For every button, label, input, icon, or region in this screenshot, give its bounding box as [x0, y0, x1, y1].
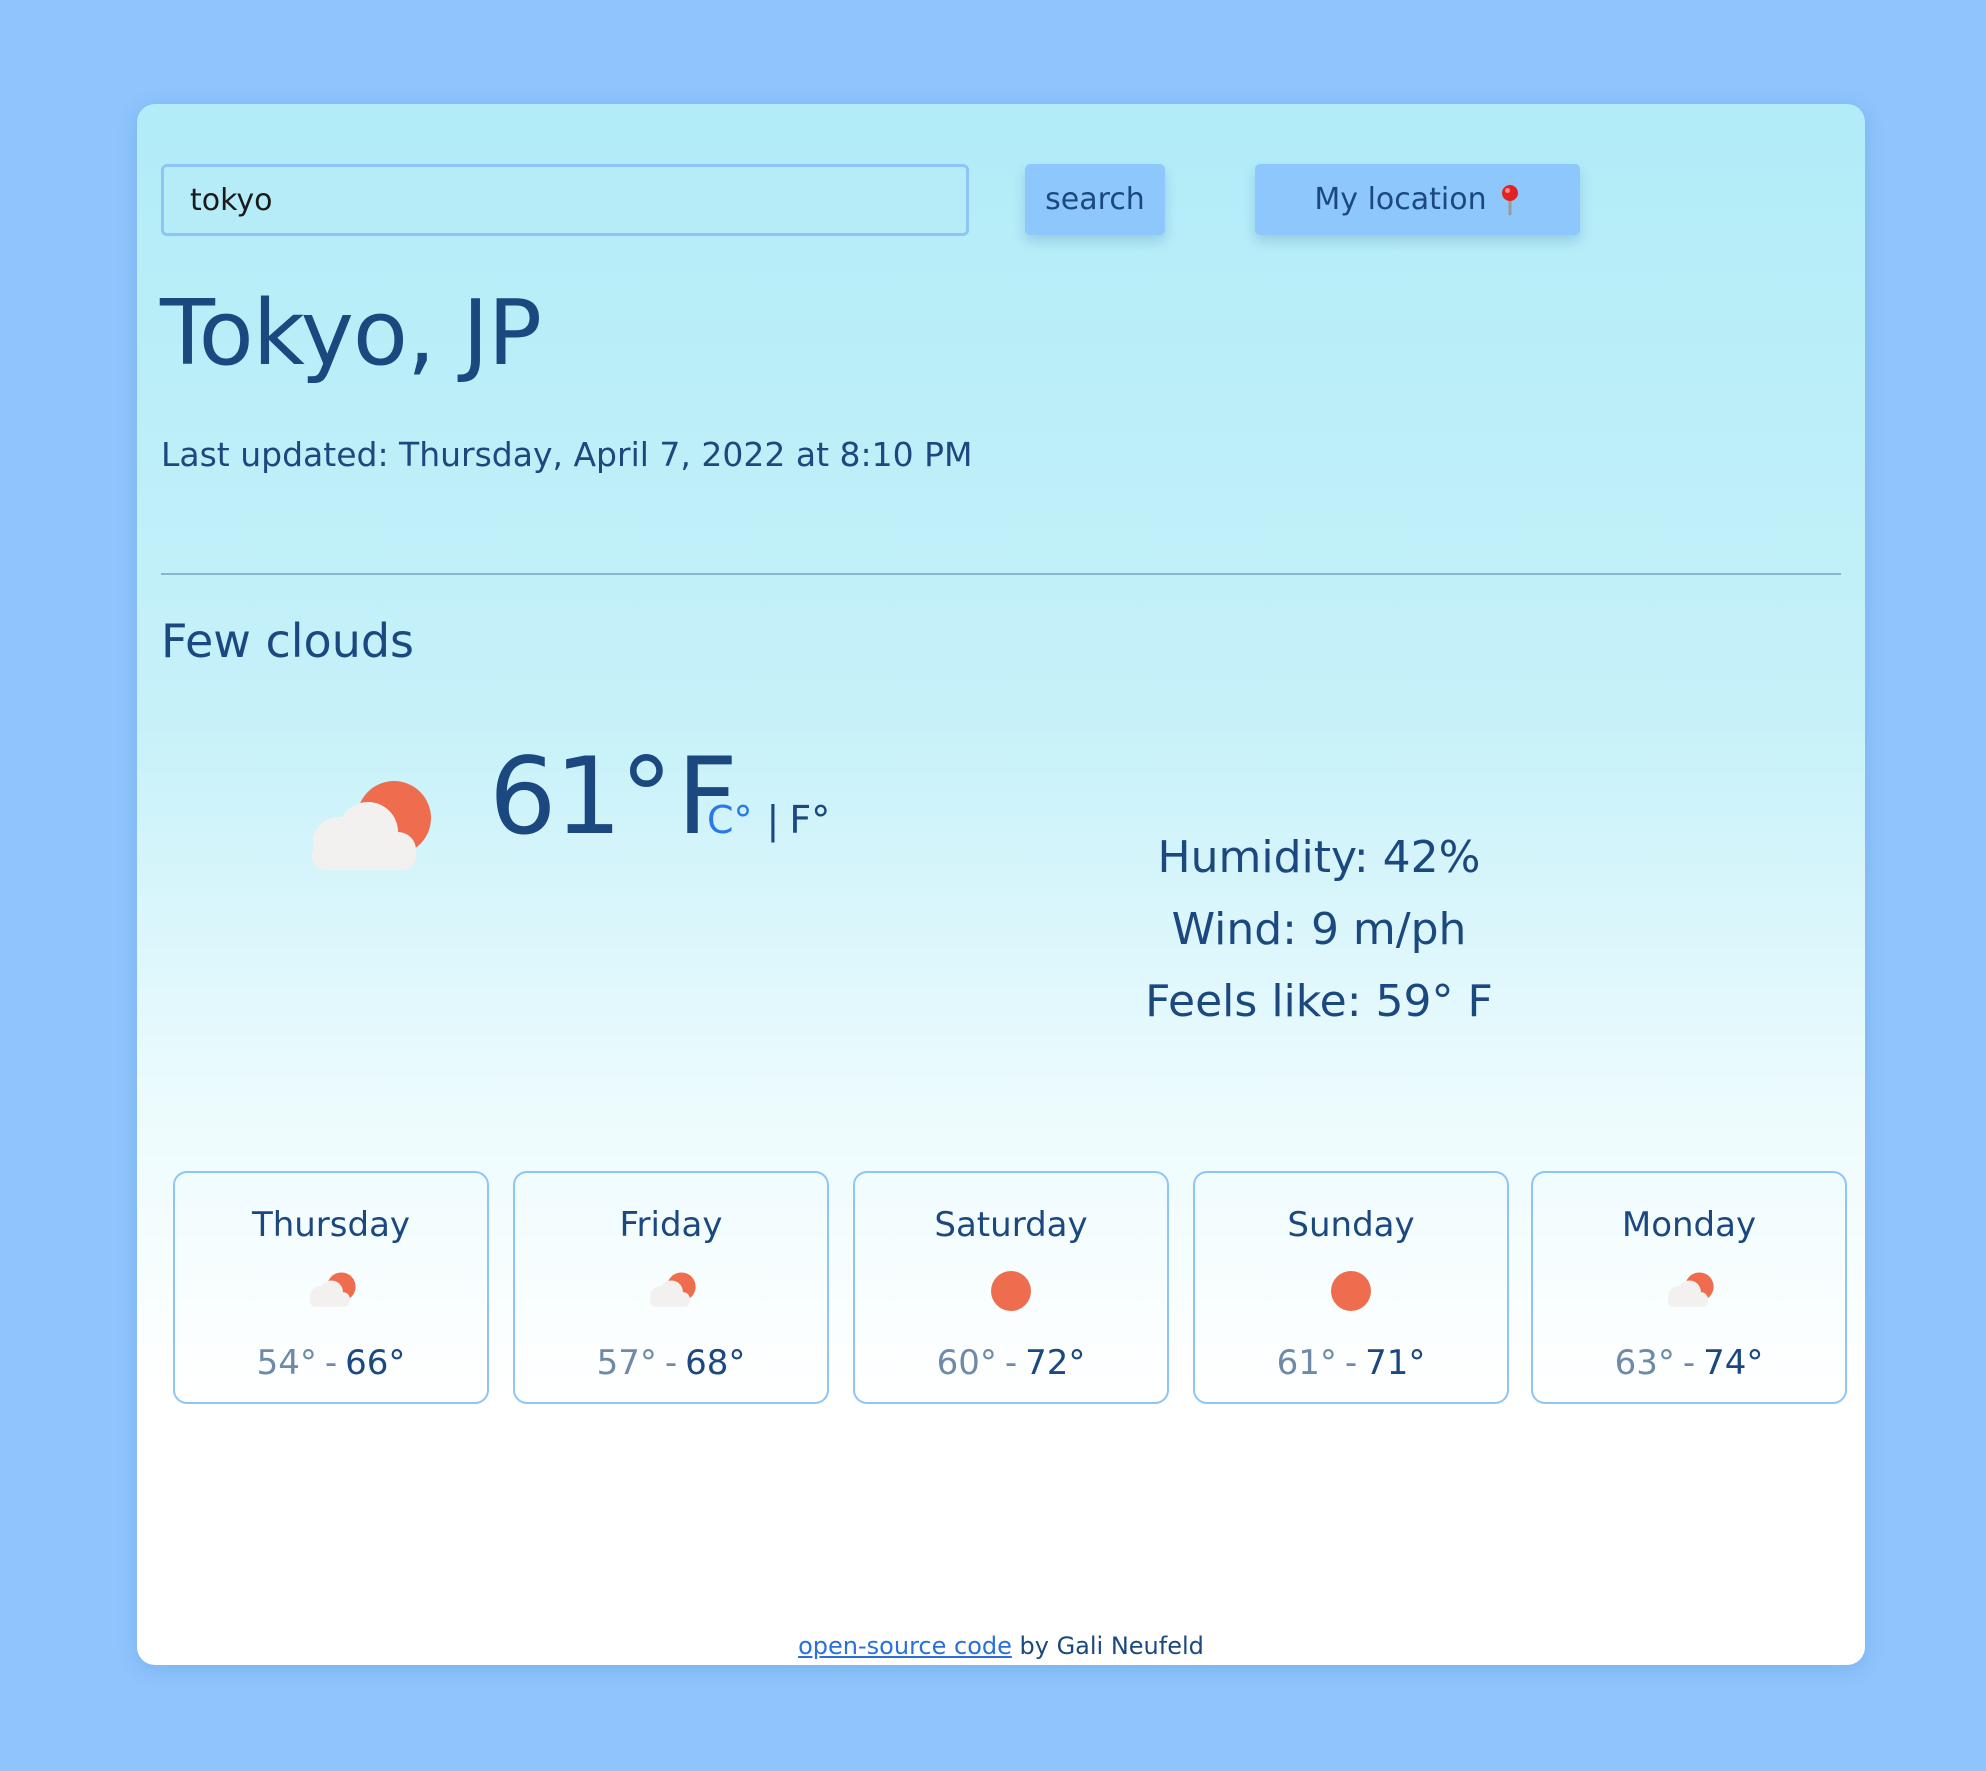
feels-like: Feels like: 59° F — [1145, 976, 1493, 1027]
forecast-min: 63° — [1614, 1343, 1675, 1383]
few-clouds-icon — [1667, 1272, 1714, 1307]
forecast-separator: - — [1682, 1343, 1696, 1383]
forecast-temps: 60° -72° — [855, 1343, 1167, 1383]
search-input[interactable] — [161, 164, 969, 236]
forecast-temps: 54° -66° — [175, 1343, 487, 1383]
pin-icon — [1501, 184, 1518, 215]
forecast-card: Thursday 54° -66° — [173, 1171, 489, 1404]
forecast-temps: 63° -74° — [1533, 1343, 1845, 1383]
forecast-card: Saturday 60° -72° — [853, 1171, 1169, 1404]
forecast-max: 66° — [345, 1343, 406, 1383]
footer-author: by Gali Neufeld — [1011, 1632, 1204, 1660]
forecast-max: 71° — [1365, 1343, 1426, 1383]
footer: open-source code by Gali Neufeld — [137, 1632, 1865, 1660]
sun-icon — [1331, 1271, 1371, 1311]
weather-description: Few clouds — [161, 614, 415, 668]
forecast-separator: - — [1344, 1343, 1358, 1383]
few-clouds-icon — [309, 1272, 356, 1307]
forecast-min: 57° — [596, 1343, 657, 1383]
forecast-min: 61° — [1276, 1343, 1337, 1383]
humidity: Humidity: 42% — [1157, 832, 1481, 883]
forecast-min: 60° — [936, 1343, 997, 1383]
unit-toggle: C° | F° — [707, 798, 830, 842]
divider — [161, 573, 1841, 575]
unit-separator: | — [766, 798, 780, 842]
forecast-temps: 61° -71° — [1195, 1343, 1507, 1383]
forecast-card: Monday 63° -74° — [1531, 1171, 1847, 1404]
forecast-separator: - — [1004, 1343, 1018, 1383]
few-clouds-icon — [312, 781, 431, 870]
few-clouds-icon — [649, 1272, 696, 1307]
forecast-max: 72° — [1025, 1343, 1086, 1383]
search-button[interactable]: search — [1025, 164, 1165, 235]
forecast-separator: - — [664, 1343, 678, 1383]
forecast-day: Friday — [619, 1205, 723, 1245]
forecast-max: 68° — [685, 1343, 746, 1383]
forecast-min: 54° — [256, 1343, 317, 1383]
current-temperature: 61°F — [489, 744, 738, 850]
my-location-label: My location — [1314, 182, 1487, 217]
wind: Wind: 9 m/ph — [1171, 904, 1467, 955]
weather-card: search My location Tokyo, JP Last update… — [137, 104, 1865, 1665]
search-button-label: search — [1045, 182, 1145, 217]
forecast-day: Saturday — [934, 1205, 1088, 1245]
forecast-day: Monday — [1621, 1205, 1757, 1245]
forecast-day: Thursday — [251, 1205, 411, 1245]
forecast-card: Sunday 61° -71° — [1193, 1171, 1509, 1404]
sun-icon — [991, 1271, 1031, 1311]
forecast-temps: 57° -68° — [515, 1343, 827, 1383]
fahrenheit-label: F° — [789, 798, 831, 842]
temperature-value: 61° — [489, 735, 673, 858]
forecast-day: Sunday — [1287, 1205, 1415, 1245]
celsius-link[interactable]: C° — [707, 798, 753, 842]
last-updated: Last updated: Thursday, April 7, 2022 at… — [161, 435, 973, 474]
my-location-button[interactable]: My location — [1255, 164, 1580, 235]
weather-stats: Humidity: 42% Wind: 9 m/ph Feels like: 5… — [1059, 822, 1579, 1038]
forecast-separator: - — [324, 1343, 338, 1383]
open-source-link[interactable]: open-source code — [798, 1632, 1012, 1660]
forecast-max: 74° — [1703, 1343, 1764, 1383]
forecast-card: Friday 57° -68° — [513, 1171, 829, 1404]
city-name: Tokyo, JP — [160, 281, 542, 386]
